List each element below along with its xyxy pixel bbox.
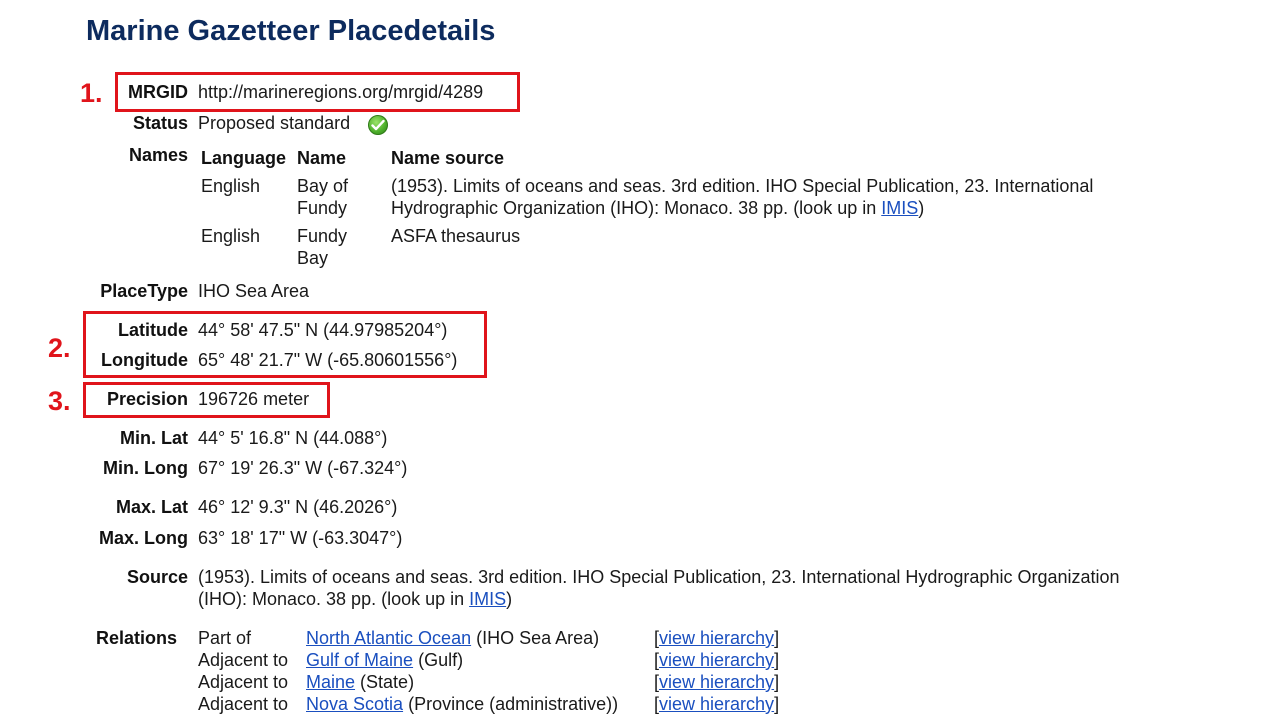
longitude-value: 65° 48' 21.7" W (-65.80601556°) (198, 350, 458, 370)
relation-type: Part of (198, 628, 252, 648)
names-row2-language: English (201, 226, 261, 246)
relation-row: Gulf of Maine (Gulf) (306, 650, 464, 670)
view-hierarchy-row: [view hierarchy] (654, 672, 780, 692)
precision-value: 196726 meter (198, 389, 310, 409)
max-lat-label: Max. Lat (115, 497, 188, 517)
min-long-value: 67° 19' 26.3" W (-67.324°) (198, 458, 408, 478)
relation-row: Nova Scotia (Province (administrative)) (306, 694, 619, 714)
status-value: Proposed standard (198, 113, 351, 133)
relation-row: North Atlantic Ocean (IHO Sea Area) (306, 628, 600, 648)
relation-place-link[interactable]: Maine (306, 672, 355, 692)
source-imis-link[interactable]: IMIS (469, 589, 506, 609)
max-long-label: Max. Long (99, 528, 188, 548)
relation-type: Adjacent to (198, 672, 289, 692)
annotation-marker-2: 2. (48, 333, 71, 363)
source-line1: (1953). Limits of oceans and seas. 3rd e… (198, 567, 1120, 587)
annotation-marker-1: 1. (80, 78, 103, 108)
view-hierarchy-link[interactable]: view hierarchy (659, 650, 774, 670)
relation-type: Adjacent to (198, 694, 289, 714)
names-row2-name-line2: Bay (297, 248, 329, 268)
status-label: Status (132, 113, 188, 133)
latitude-label: Latitude (118, 320, 188, 340)
names-label: Names (128, 145, 188, 165)
names-row1-name-line1: Bay of (297, 176, 349, 196)
names-col-source: Name source (391, 148, 505, 168)
latitude-value: 44° 58' 47.5" N (44.97985204°) (198, 320, 448, 340)
view-hierarchy-link[interactable]: view hierarchy (659, 628, 774, 648)
check-circle-icon (368, 115, 388, 135)
relation-type: Adjacent to (198, 650, 289, 670)
relation-place-link[interactable]: Nova Scotia (306, 694, 403, 714)
max-lat-value: 46° 12' 9.3" N (46.2026°) (198, 497, 398, 517)
names-col-name: Name (297, 148, 347, 168)
view-hierarchy-link[interactable]: view hierarchy (659, 672, 774, 692)
max-long-value: 63° 18' 17" W (-63.3047°) (198, 528, 403, 548)
view-hierarchy-row: [view hierarchy] (654, 650, 780, 670)
names-col-language: Language (201, 148, 287, 168)
view-hierarchy-row: [view hierarchy] (654, 628, 780, 648)
relation-row: Maine (State) (306, 672, 415, 692)
mrgid-value: http://marineregions.org/mrgid/4289 (198, 82, 484, 102)
page-title: Marine Gazetteer Placedetails (86, 15, 496, 47)
source-line2: (IHO): Monaco. 38 pp. (look up in IMIS) (198, 589, 513, 609)
relation-place-link[interactable]: North Atlantic Ocean (306, 628, 471, 648)
min-lat-value: 44° 5' 16.8" N (44.088°) (198, 428, 388, 448)
view-hierarchy-row: [view hierarchy] (654, 694, 780, 714)
names-row1-language: English (201, 176, 261, 196)
mrgid-label: MRGID (128, 82, 188, 102)
min-lat-label: Min. Lat (120, 428, 188, 448)
names-row2-source: ASFA thesaurus (391, 226, 521, 246)
longitude-label: Longitude (101, 350, 188, 370)
imis-link[interactable]: IMIS (881, 198, 918, 218)
relations-label: Relations (96, 628, 178, 648)
min-long-label: Min. Long (103, 458, 188, 478)
names-row1-source-line1: (1953). Limits of oceans and seas. 3rd e… (391, 176, 1094, 196)
source-label: Source (126, 567, 188, 587)
names-row2-name-line1: Fundy (297, 226, 348, 246)
precision-label: Precision (106, 389, 188, 409)
placetype-value: IHO Sea Area (198, 281, 310, 301)
annotation-marker-3: 3. (48, 386, 71, 416)
names-row1-source-line2: Hydrographic Organization (IHO): Monaco.… (391, 198, 925, 218)
placetype-label: PlaceType (100, 281, 188, 301)
relation-place-link[interactable]: Gulf of Maine (306, 650, 413, 670)
names-row1-name-line2: Fundy (297, 198, 348, 218)
view-hierarchy-link[interactable]: view hierarchy (659, 694, 774, 714)
